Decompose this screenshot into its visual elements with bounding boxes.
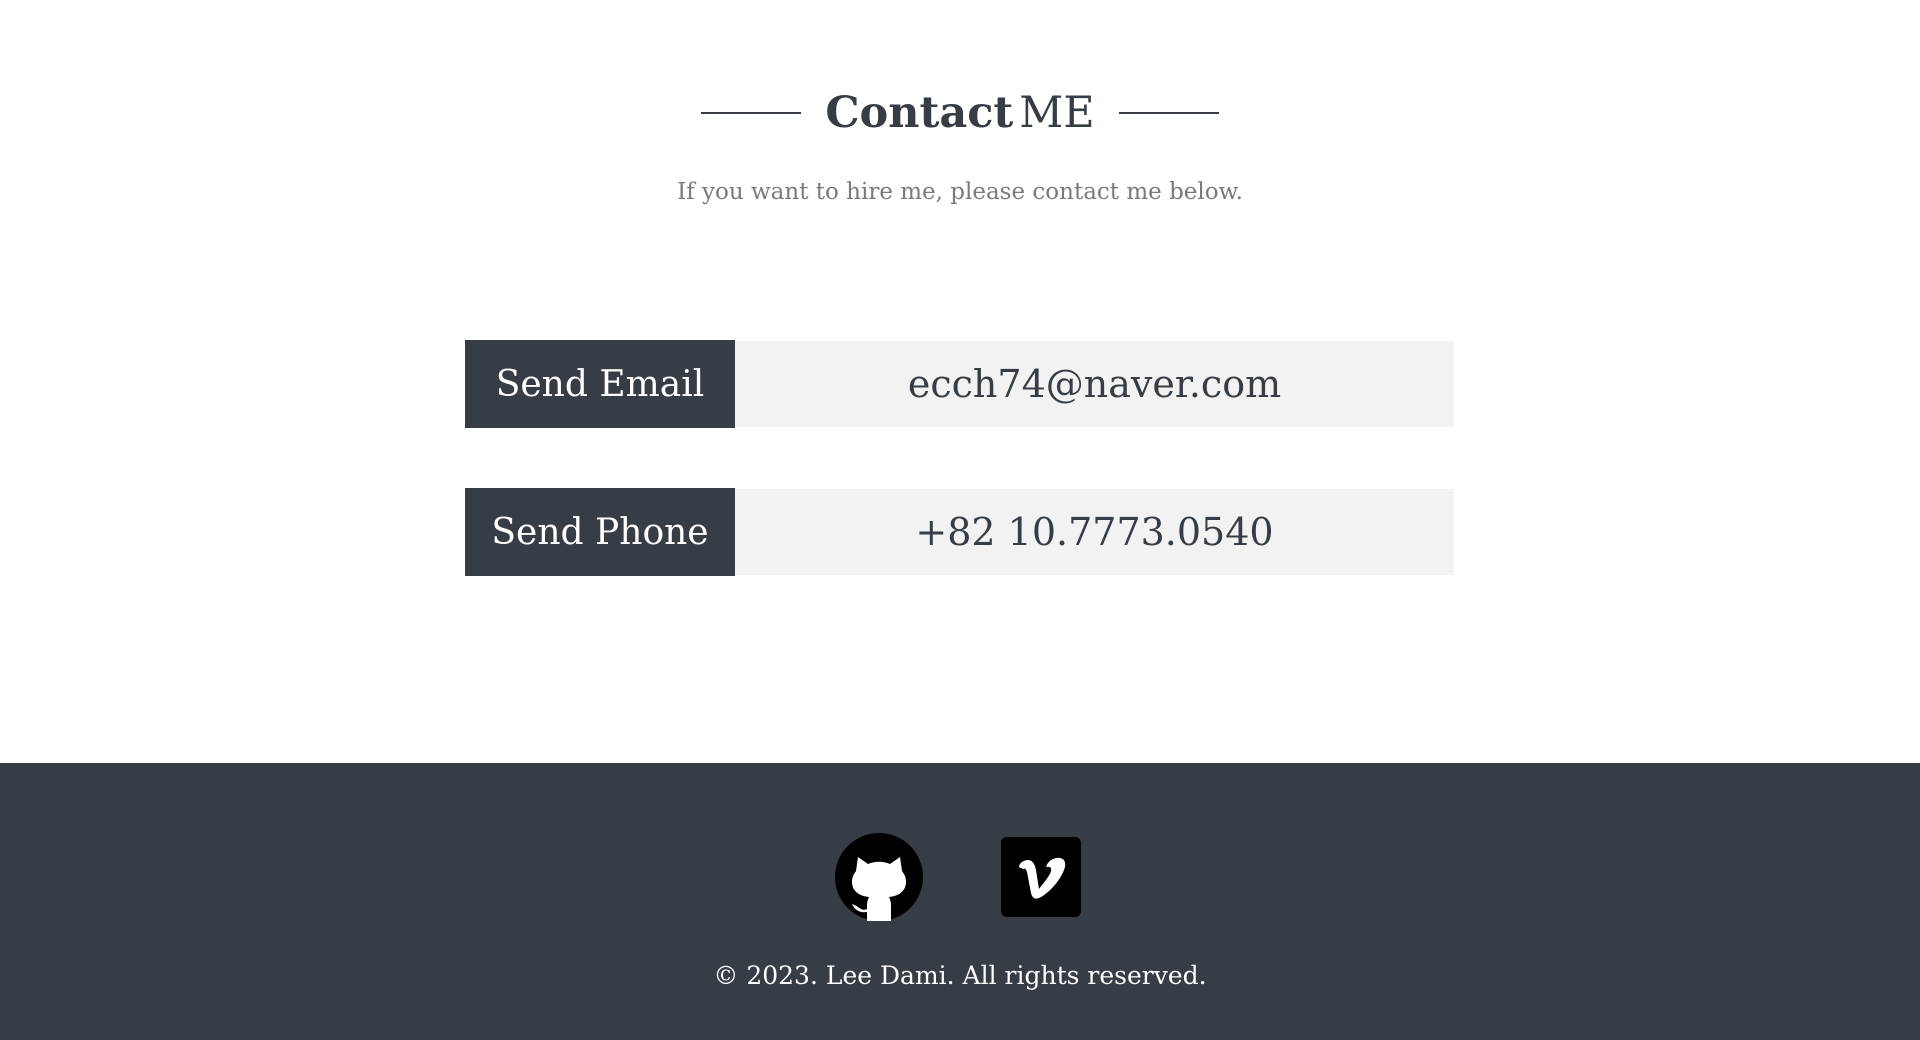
copyright-text: © 2023. Lee Dami. All rights reserved. bbox=[713, 961, 1207, 990]
phone-value: +82 10.7773.0540 bbox=[735, 489, 1454, 575]
contact-subtitle: If you want to hire me, please contact m… bbox=[677, 179, 1243, 205]
contact-title-light: ME bbox=[1019, 88, 1095, 138]
vimeo-link[interactable] bbox=[997, 833, 1085, 921]
social-links bbox=[0, 833, 1920, 921]
footer: © 2023. Lee Dami. All rights reserved. bbox=[0, 763, 1920, 1040]
contact-title-bold: Contact bbox=[825, 88, 1014, 138]
github-link[interactable] bbox=[835, 833, 923, 921]
github-icon bbox=[835, 833, 923, 921]
vimeo-icon bbox=[1001, 837, 1081, 917]
email-row: Send Email ecch74@naver.com bbox=[465, 340, 1454, 428]
heading-line-left bbox=[701, 112, 802, 114]
contact-section: Contact ME If you want to hire me, please… bbox=[0, 0, 1920, 763]
phone-row: Send Phone +82 10.7773.0540 bbox=[465, 488, 1454, 576]
contact-heading-row: Contact ME bbox=[0, 80, 1920, 146]
send-phone-button[interactable]: Send Phone bbox=[465, 488, 735, 576]
contact-title: Contact ME bbox=[825, 80, 1094, 146]
send-email-button[interactable]: Send Email bbox=[465, 340, 735, 428]
email-value: ecch74@naver.com bbox=[735, 341, 1454, 427]
heading-line-right bbox=[1118, 112, 1219, 114]
